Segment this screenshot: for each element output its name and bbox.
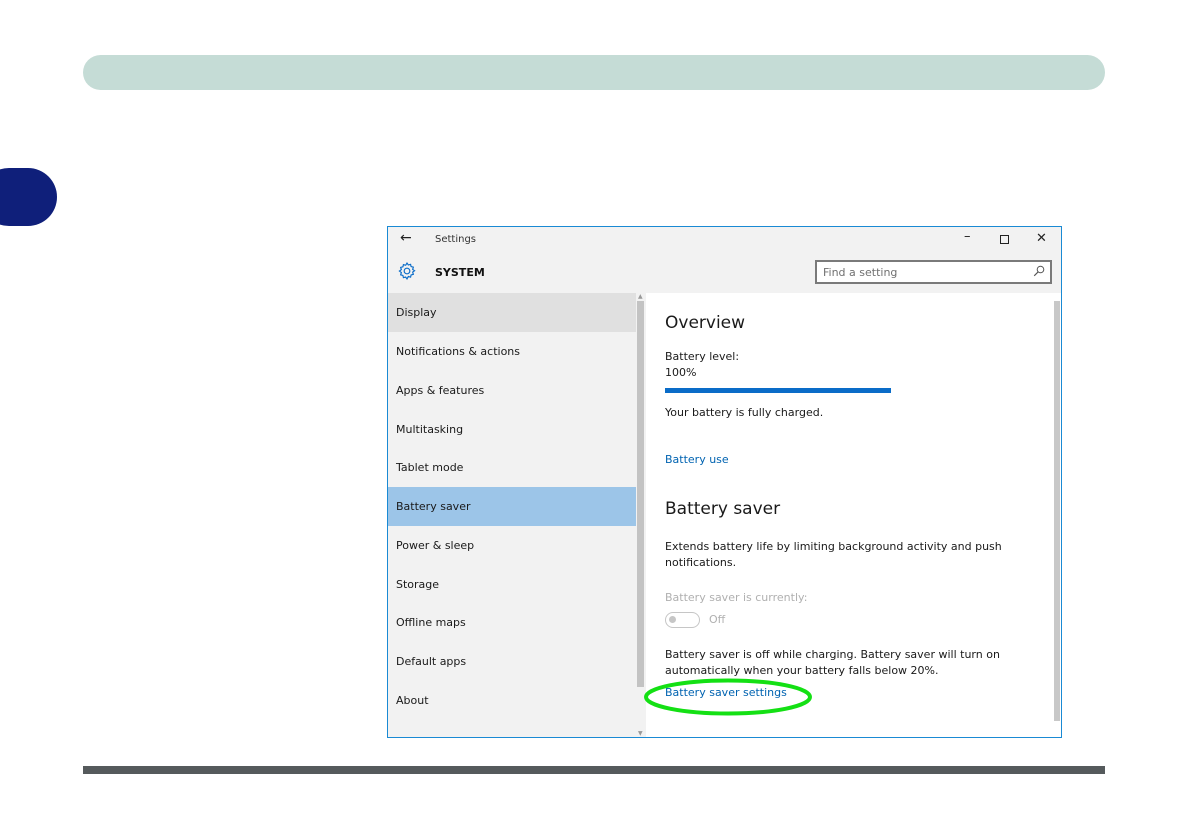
sidebar-item-default-apps[interactable]: Default apps	[388, 642, 636, 681]
sidebar-item-tablet-mode[interactable]: Tablet mode	[388, 448, 636, 487]
close-icon[interactable]: ✕	[1036, 231, 1047, 246]
sidebar-item-storage[interactable]: Storage	[388, 565, 636, 604]
page-header-bar	[83, 55, 1105, 90]
battery-level-bar	[665, 388, 891, 393]
toggle-state-label: Off	[709, 613, 726, 626]
battery-level-value: 100%	[665, 366, 697, 379]
search-box[interactable]	[815, 260, 1052, 284]
settings-header: SYSTEM	[388, 253, 1061, 291]
saver-description-line2: notifications.	[665, 556, 737, 569]
maximize-icon[interactable]	[1000, 231, 1009, 248]
scroll-down-icon[interactable]: ▼	[638, 730, 643, 737]
overview-heading: Overview	[665, 313, 746, 333]
sidebar-item-display[interactable]: Display	[388, 293, 636, 332]
toggle-knob	[669, 616, 676, 623]
page-title: SYSTEM	[435, 266, 485, 279]
sidebar-item-power-sleep[interactable]: Power & sleep	[388, 526, 636, 565]
sidebar-item-apps-features[interactable]: Apps & features	[388, 371, 636, 410]
saver-description-line1: Extends battery life by limiting backgro…	[665, 540, 1002, 553]
search-icon[interactable]	[1033, 265, 1045, 277]
sidebar-nav: Display Notifications & actions Apps & f…	[388, 293, 636, 737]
back-arrow-icon[interactable]: ←	[400, 230, 412, 246]
sidebar-scroll-thumb[interactable]	[637, 301, 644, 687]
battery-level-label: Battery level:	[665, 350, 740, 363]
charged-status-text: Your battery is fully charged.	[665, 406, 824, 419]
minimize-icon[interactable]: –	[964, 229, 971, 244]
sidebar-item-multitasking[interactable]: Multitasking	[388, 410, 636, 449]
battery-saver-toggle[interactable]	[665, 612, 700, 628]
charging-note-line1: Battery saver is off while charging. Bat…	[665, 648, 1000, 661]
saver-currently-label: Battery saver is currently:	[665, 591, 808, 604]
sidebar-item-notifications[interactable]: Notifications & actions	[388, 332, 636, 371]
settings-window: ← Settings – ✕ SYSTEM Display Notificati…	[387, 226, 1062, 738]
content-pane: Overview Battery level: 100% Your batter…	[646, 293, 1053, 737]
sidebar-item-battery-saver[interactable]: Battery saver	[388, 487, 636, 526]
sidebar-item-about[interactable]: About	[388, 681, 636, 720]
scroll-up-icon[interactable]: ▲	[638, 293, 643, 300]
battery-use-link[interactable]: Battery use	[665, 453, 729, 466]
battery-level-fill	[665, 388, 891, 393]
chapter-tab	[0, 168, 57, 226]
sidebar-item-offline-maps[interactable]: Offline maps	[388, 603, 636, 642]
search-input[interactable]	[823, 265, 1023, 280]
battery-saver-heading: Battery saver	[665, 499, 781, 519]
page-footer-rule	[83, 766, 1105, 774]
gear-icon	[398, 262, 416, 281]
content-scroll-thumb[interactable]	[1054, 301, 1060, 721]
window-title: Settings	[435, 234, 477, 245]
highlight-ellipse	[644, 678, 812, 716]
title-bar: ← Settings – ✕	[388, 227, 1061, 253]
